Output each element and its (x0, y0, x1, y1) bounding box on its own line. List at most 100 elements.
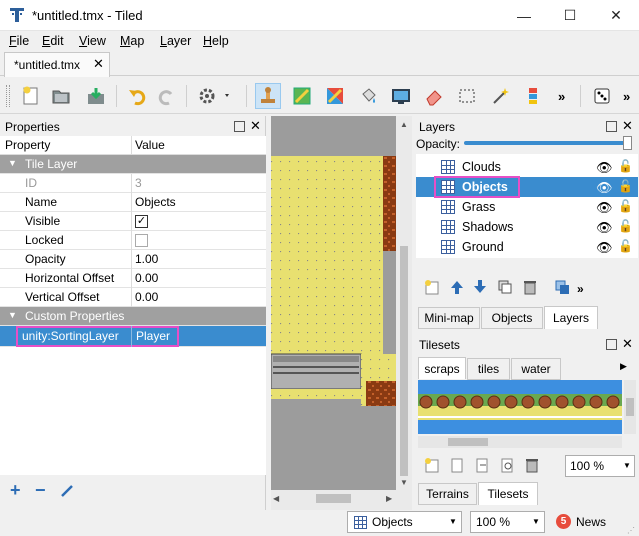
layer-item-objects[interactable]: Objects 👁 🔓 (416, 176, 638, 198)
close-tab-icon[interactable]: ✕ (93, 56, 104, 72)
magic-wand-icon[interactable] (487, 83, 513, 109)
layer-item-clouds[interactable]: Clouds 👁 🔓 (416, 157, 638, 177)
group-tile-layer[interactable]: ▼ Tile Layer (0, 155, 266, 174)
maximize-button[interactable]: ☐ (547, 0, 593, 31)
tab-tiles[interactable]: tiles (467, 358, 510, 380)
column-value[interactable]: Value (135, 138, 165, 152)
collapse-arrow-icon[interactable]: ▼ (8, 310, 17, 320)
lock-icon[interactable]: 🔓 (618, 179, 633, 193)
lock-icon[interactable]: 🔓 (618, 239, 633, 253)
visibility-eye-icon[interactable]: 👁 (596, 160, 613, 176)
remove-tileset-icon[interactable] (524, 457, 540, 476)
scroll-right-icon[interactable]: ▶ (386, 494, 392, 503)
close-window-button[interactable]: ✕ (593, 0, 639, 31)
property-row-visible[interactable]: Visible ✓ (0, 212, 266, 231)
bucket-fill-icon[interactable] (355, 83, 381, 109)
raise-layer-icon[interactable] (449, 279, 465, 298)
redo-icon[interactable] (154, 83, 180, 109)
menu-edit[interactable]: Edit (42, 34, 64, 48)
lock-icon[interactable]: 🔓 (618, 219, 633, 233)
layer-item-ground[interactable]: Ground 👁 🔓 (416, 237, 638, 257)
new-tileset-icon[interactable] (424, 457, 440, 476)
scroll-down-icon[interactable]: ▼ (400, 478, 408, 487)
remove-property-icon[interactable]: − (35, 480, 46, 501)
add-property-icon[interactable]: + (10, 480, 21, 501)
float-panel-icon[interactable] (234, 121, 245, 132)
tab-scraps[interactable]: scraps (418, 357, 466, 379)
toolbar-overflow-icon-2[interactable]: » (623, 89, 630, 104)
new-layer-icon[interactable] (424, 279, 440, 298)
scroll-left-icon[interactable]: ◀ (273, 494, 279, 503)
tab-layers[interactable]: Layers (544, 306, 598, 329)
export-tileset-icon[interactable] (474, 457, 490, 476)
toolbar-overflow-icon[interactable]: » (558, 89, 565, 104)
property-row-vertical-offset[interactable]: Vertical Offset 0.00 (0, 288, 266, 307)
tab-terrains[interactable]: Terrains (418, 483, 477, 505)
select-same-tile-icon[interactable] (520, 83, 546, 109)
property-row-custom[interactable]: unity:SortingLayer Player (0, 326, 266, 347)
property-row-horizontal-offset[interactable]: Horizontal Offset 0.00 (0, 269, 266, 288)
property-row-id[interactable]: ID 3 (0, 174, 266, 193)
rename-property-icon[interactable] (60, 484, 74, 501)
eraser-icon[interactable] (421, 83, 447, 109)
layer-item-grass[interactable]: Grass 👁 🔓 (416, 197, 638, 217)
tileset-view[interactable] (418, 380, 622, 434)
column-property[interactable]: Property (5, 138, 50, 152)
save-file-icon[interactable] (83, 83, 109, 109)
property-row-locked[interactable]: Locked (0, 231, 266, 250)
close-panel-icon[interactable]: ✕ (250, 119, 261, 132)
tab-tilesets[interactable]: Tilesets (478, 482, 538, 505)
tab-mini-map[interactable]: Mini-map (418, 307, 480, 329)
map-canvas[interactable]: ▲ ▼ ◀ ▶ (271, 116, 412, 510)
import-tileset-icon[interactable] (449, 457, 465, 476)
visibility-eye-icon[interactable]: 👁 (596, 200, 613, 216)
close-panel-icon[interactable]: ✕ (622, 119, 633, 132)
group-custom-properties[interactable]: ▼ Custom Properties (0, 307, 266, 326)
lock-icon[interactable]: 🔓 (618, 199, 633, 213)
lower-layer-icon[interactable] (472, 279, 488, 298)
float-panel-icon[interactable] (606, 339, 617, 350)
duplicate-layer-icon[interactable] (497, 279, 513, 298)
collapse-arrow-icon[interactable]: ▼ (8, 158, 17, 168)
tab-scroll-right-icon[interactable]: ▶ (620, 361, 627, 372)
tileset-hscrollbar[interactable] (418, 436, 622, 448)
tab-objects[interactable]: Objects (481, 307, 543, 329)
status-layer-select[interactable]: Objects ▼ (347, 511, 462, 533)
status-zoom-select[interactable]: 100 % ▼ (470, 511, 545, 533)
menu-map[interactable]: Map (120, 34, 144, 48)
show-hide-others-icon[interactable] (554, 279, 570, 298)
tileset-scrollbar[interactable] (624, 380, 636, 434)
news-button[interactable]: News (576, 515, 606, 529)
undo-icon[interactable] (124, 83, 150, 109)
rectangle-select-icon[interactable] (454, 83, 480, 109)
property-row-name[interactable]: Name Objects (0, 193, 266, 212)
news-count-badge[interactable]: 5 (556, 514, 571, 529)
opacity-slider-handle[interactable] (623, 136, 632, 150)
property-row-opacity[interactable]: Opacity 1.00 (0, 250, 266, 269)
open-file-icon[interactable] (48, 83, 74, 109)
visibility-eye-icon[interactable]: 👁 (596, 180, 613, 196)
menu-view[interactable]: View (79, 34, 106, 48)
visibility-eye-icon[interactable]: 👁 (596, 220, 613, 236)
layer-item-shadows[interactable]: Shadows 👁 🔓 (416, 217, 638, 237)
float-panel-icon[interactable] (606, 121, 617, 132)
stamp-brush-icon[interactable] (255, 83, 281, 109)
scroll-up-icon[interactable]: ▲ (400, 120, 408, 129)
visibility-eye-icon[interactable]: 👁 (596, 240, 613, 256)
shape-fill-icon[interactable] (388, 83, 414, 109)
visible-checkbox[interactable]: ✓ (135, 215, 148, 228)
layers-overflow-icon[interactable]: » (577, 282, 584, 296)
lock-icon[interactable]: 🔓 (618, 159, 633, 173)
close-panel-icon[interactable]: ✕ (622, 337, 633, 350)
wang-brush-icon[interactable] (322, 83, 348, 109)
document-tab[interactable]: *untitled.tmx ✕ (4, 52, 110, 77)
resize-grip-icon[interactable]: ⋰ (627, 526, 635, 535)
tileset-zoom-select[interactable]: 100 % ▼ (565, 455, 635, 477)
menu-layer[interactable]: Layer (160, 34, 191, 48)
random-dice-icon[interactable] (590, 83, 616, 109)
new-file-icon[interactable] (18, 83, 44, 109)
tab-water[interactable]: water (511, 358, 561, 380)
minimize-button[interactable]: — (501, 0, 547, 31)
locked-checkbox[interactable] (135, 234, 148, 247)
command-gear-icon[interactable] (195, 83, 235, 109)
